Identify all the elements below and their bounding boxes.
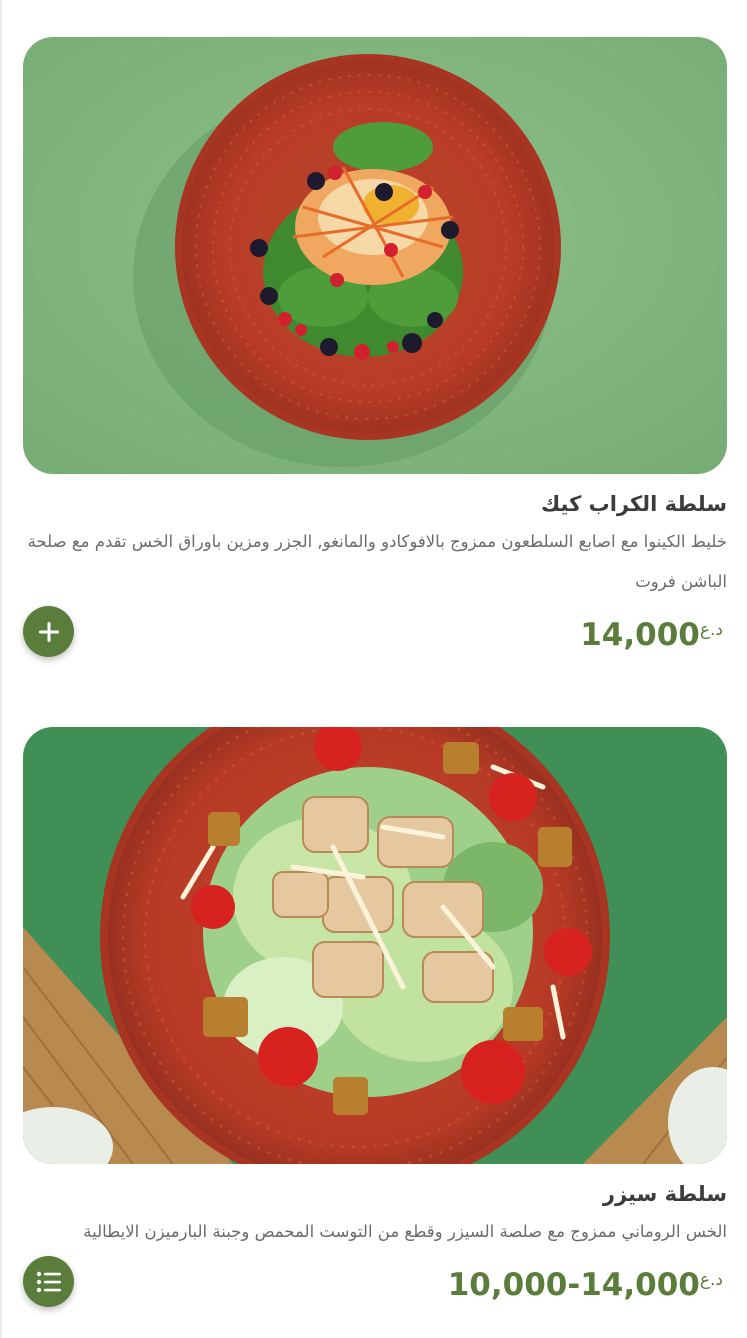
item-title: سلطة سيزر: [602, 1182, 727, 1206]
plus-icon: [38, 621, 59, 642]
item-price: د.ع14,000-10,000: [448, 1256, 727, 1309]
menu-item-card[interactable]: سلطة سيزر الخس الروماني ممزوج مع صلصة ال…: [23, 727, 727, 1308]
currency-label: د.ع: [699, 620, 723, 640]
price-value: 14,000: [580, 617, 700, 653]
add-to-cart-button[interactable]: [23, 606, 74, 657]
item-description: الخس الروماني ممزوج مع صلصة السيزر وقطع …: [83, 1222, 727, 1241]
currency-label: د.ع: [699, 1270, 723, 1290]
item-price: د.ع14,000: [580, 606, 727, 659]
list-icon: [36, 1271, 61, 1292]
crab-cake-salad-photo[interactable]: [23, 37, 727, 474]
menu-item-card[interactable]: سلطة الكراب كيك خليط الكينوا مع اصابع ال…: [23, 37, 727, 658]
item-description: خليط الكينوا مع اصابع السلطعون ممزوج بال…: [27, 532, 727, 591]
view-options-button[interactable]: [23, 1256, 74, 1307]
item-title: سلطة الكراب كيك: [540, 492, 727, 516]
caesar-salad-photo[interactable]: [23, 727, 727, 1164]
page-edge-divider: [0, 0, 2, 1338]
price-value: 14,000-10,000: [447, 1267, 700, 1303]
